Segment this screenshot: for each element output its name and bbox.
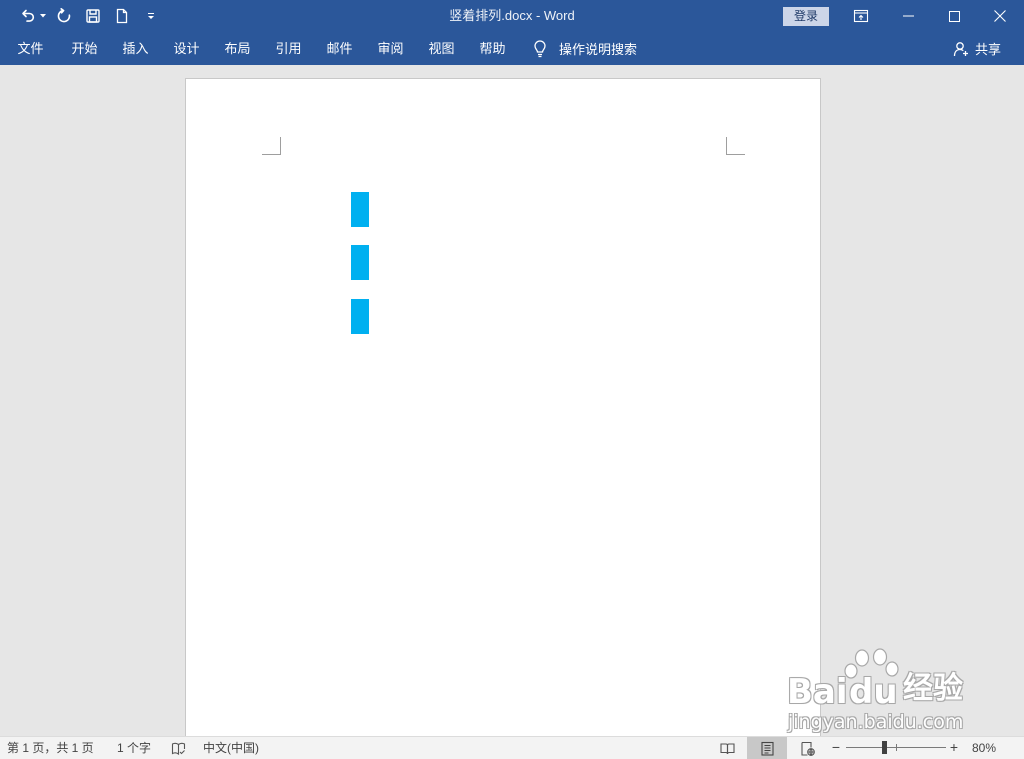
share-label: 共享: [975, 42, 1002, 57]
tell-me-label: 操作说明搜索: [559, 42, 638, 57]
new-document-icon[interactable]: [110, 0, 134, 32]
tab-references[interactable]: 引用: [263, 32, 314, 65]
maximize-icon[interactable]: [931, 0, 977, 32]
tab-file[interactable]: 文件: [5, 32, 56, 65]
tell-me-search[interactable]: 操作说明搜索: [532, 32, 637, 65]
word-count[interactable]: 1 个字: [117, 737, 151, 759]
shaded-character: [351, 192, 369, 227]
print-layout-icon: [760, 741, 775, 756]
web-layout-view-button[interactable]: [787, 737, 827, 759]
tab-design[interactable]: 设计: [161, 32, 212, 65]
tab-layout[interactable]: 布局: [212, 32, 263, 65]
tab-view[interactable]: 视图: [416, 32, 467, 65]
share-button[interactable]: 共享: [953, 32, 1001, 65]
save-icon[interactable]: [81, 0, 105, 32]
proofing-book-icon[interactable]: [170, 737, 186, 759]
lightbulb-icon: [532, 39, 548, 58]
tab-home[interactable]: 开始: [59, 32, 110, 65]
margin-corner-mark-top-right: [726, 137, 745, 155]
zoom-in-button[interactable]: +: [947, 737, 961, 758]
document-page[interactable]: [185, 78, 821, 736]
undo-dropdown-icon[interactable]: [39, 0, 47, 32]
zoom-slider-thumb[interactable]: [882, 741, 888, 754]
shaded-character: [351, 299, 369, 334]
shaded-character: [351, 245, 369, 280]
customize-toolbar-icon[interactable]: [142, 0, 160, 32]
share-person-icon: [953, 41, 969, 57]
zoom-out-button[interactable]: −: [829, 737, 843, 758]
read-mode-view-button[interactable]: [707, 737, 747, 759]
tab-help[interactable]: 帮助: [467, 32, 518, 65]
sign-in-button[interactable]: 登录: [783, 7, 829, 26]
ribbon-display-options-icon[interactable]: [838, 0, 884, 32]
language-indicator[interactable]: 中文(中国): [203, 737, 259, 759]
minimize-icon[interactable]: [885, 0, 931, 32]
document-workspace: [0, 65, 1024, 736]
status-bar: 第 1 页，共 1 页 1 个字 中文(中国) − + 80%: [0, 736, 1024, 759]
web-layout-icon: [800, 741, 815, 756]
close-icon[interactable]: [977, 0, 1023, 32]
undo-icon[interactable]: [16, 0, 40, 32]
print-layout-view-button[interactable]: [747, 737, 787, 759]
tab-mailings[interactable]: 邮件: [314, 32, 365, 65]
ribbon-tab-bar: 文件 开始 插入 设计 布局 引用 邮件 审阅 视图 帮助 操作说明搜索 共享: [0, 32, 1024, 65]
tab-review[interactable]: 审阅: [365, 32, 416, 65]
title-bar: 竖着排列.docx - Word 登录: [0, 0, 1024, 32]
zoom-slider-center-tick: [896, 744, 897, 751]
margin-corner-mark-top-left: [262, 137, 281, 155]
read-mode-icon: [719, 741, 735, 756]
page-count[interactable]: 第 1 页，共 1 页: [7, 737, 94, 759]
repeat-icon[interactable]: [52, 0, 76, 32]
zoom-level[interactable]: 80%: [972, 737, 996, 759]
tab-insert[interactable]: 插入: [110, 32, 161, 65]
